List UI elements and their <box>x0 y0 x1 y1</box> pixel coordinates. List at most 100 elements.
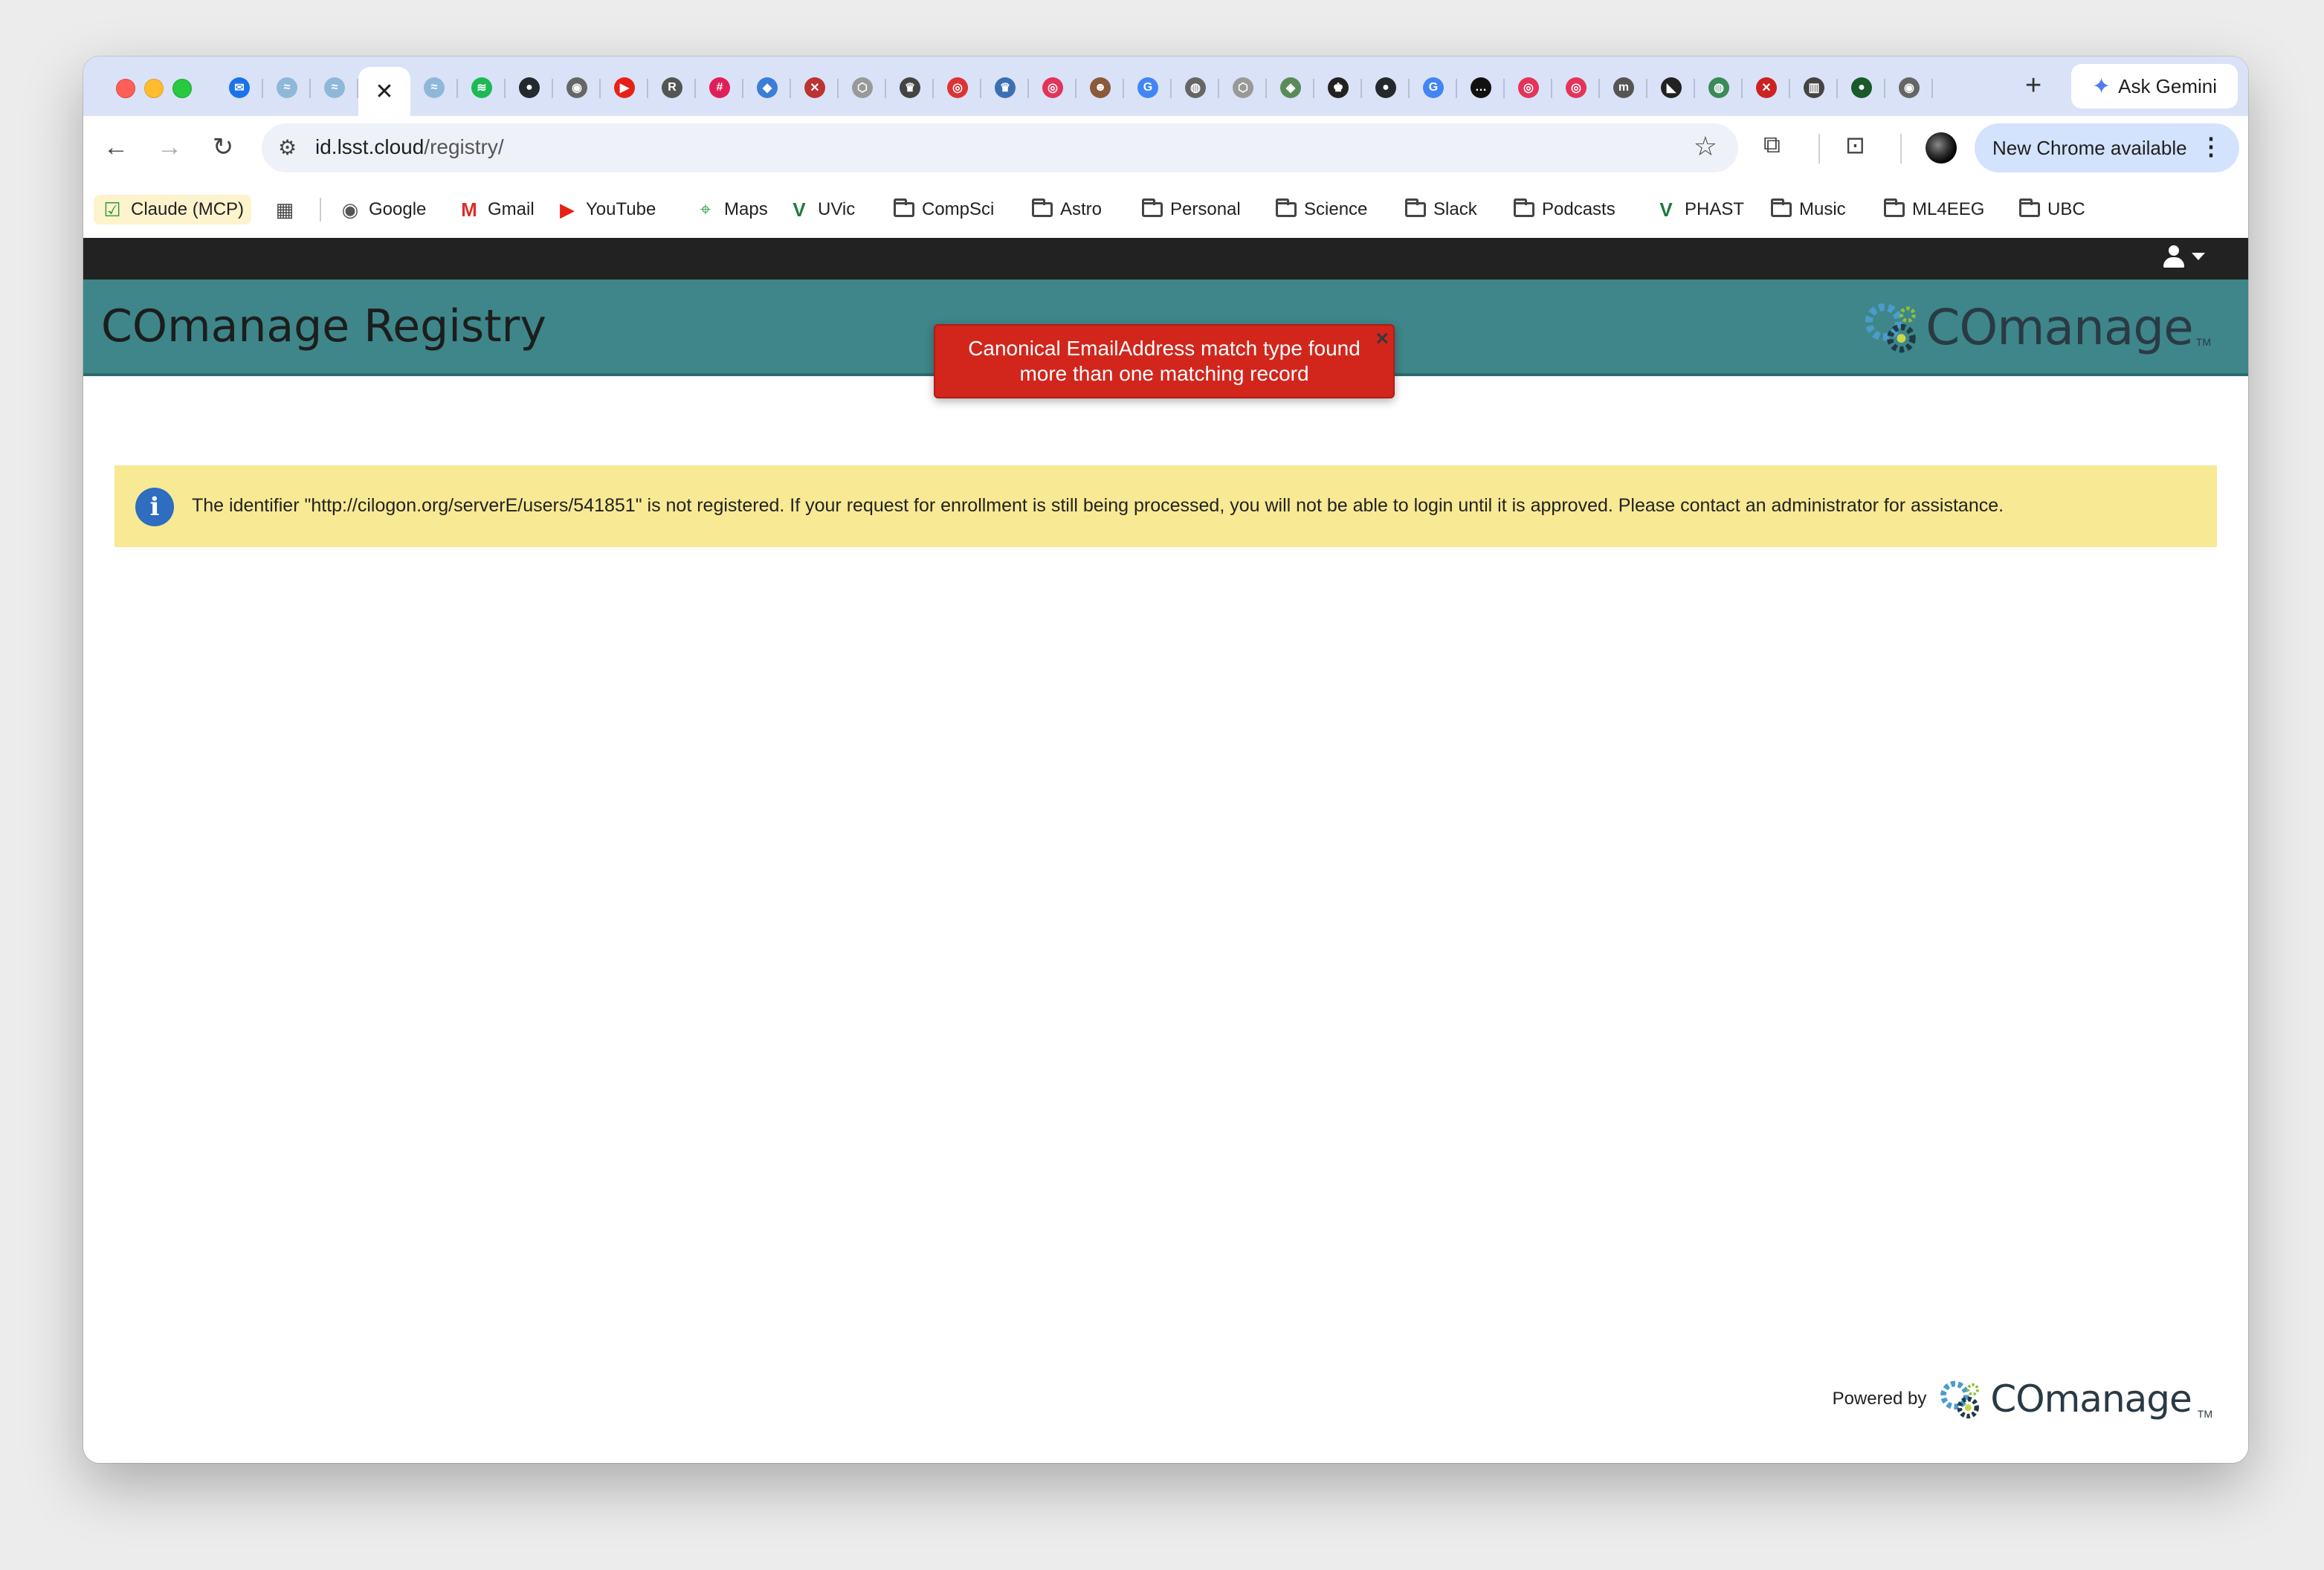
browser-tab[interactable]: … <box>1457 67 1505 109</box>
gemini-sparkle-icon: ✦ <box>2091 74 2111 99</box>
browser-toolbar: ← → ↻ ⚙ id.lsst.cloud/registry/ ☆ ⧉ ⊡ Ne… <box>83 116 2248 181</box>
window-minimize-button[interactable] <box>144 79 164 98</box>
window-zoom-button[interactable] <box>172 79 192 98</box>
bookmark-item[interactable]: Music <box>1771 195 1846 224</box>
footer-brand-name: COmanage <box>1990 1377 2192 1421</box>
extensions-icon[interactable]: ⧉ <box>1763 131 1781 159</box>
bookmark-item[interactable]: UBC <box>2019 195 2085 224</box>
gmail-icon: M <box>461 198 477 221</box>
bookmark-item[interactable]: V PHAST <box>1655 195 1744 224</box>
browser-tab[interactable]: ≈ <box>410 67 458 109</box>
bookmark-item[interactable]: ▶ YouTube <box>556 195 656 224</box>
forward-button[interactable]: → <box>152 129 187 165</box>
bookmark-star-icon[interactable]: ☆ <box>1694 131 1717 162</box>
browser-tab[interactable]: R <box>648 67 696 109</box>
cube-icon: ◆ <box>757 77 778 98</box>
flash-close-icon[interactable]: × <box>1375 326 1389 352</box>
crown-icon: ♛ <box>900 77 920 98</box>
bookmark-item[interactable]: Science <box>1276 195 1367 224</box>
browser-tab[interactable]: ◈ <box>1267 67 1314 109</box>
browser-tab[interactable]: ▶ <box>601 67 648 109</box>
tab-search-icon[interactable]: ⊡ <box>1845 131 1865 159</box>
browser-tab[interactable]: G <box>1410 67 1457 109</box>
browser-tab[interactable]: ≈ <box>311 67 358 109</box>
browser-tab[interactable]: ✉ <box>216 67 263 109</box>
more-menu-icon[interactable]: ⋮ <box>2199 132 2223 161</box>
browser-tab[interactable]: ♛ <box>886 67 934 109</box>
target-icon: ◎ <box>1518 77 1539 98</box>
bookmark-item[interactable]: M Gmail <box>458 195 535 224</box>
check-icon: ☑ <box>103 198 121 221</box>
url-text[interactable]: id.lsst.cloud/registry/ <box>315 135 504 159</box>
browser-tab[interactable]: ● <box>506 67 553 109</box>
browser-tab[interactable]: ≈ <box>263 67 311 109</box>
browser-tab[interactable]: ◎ <box>1552 67 1600 109</box>
site-settings-icon[interactable]: ⚙ <box>278 135 297 160</box>
back-button[interactable]: ← <box>98 129 134 165</box>
error-flash-message: Canonical EmailAddress match type found … <box>934 324 1395 398</box>
address-bar[interactable]: ⚙ id.lsst.cloud/registry/ ☆ <box>262 123 1738 172</box>
bookmark-item[interactable]: Slack <box>1405 195 1477 224</box>
browser-tab[interactable]: ◎ <box>1029 67 1077 109</box>
cloud-icon: ≈ <box>324 77 345 98</box>
profile-avatar[interactable] <box>1926 132 1957 164</box>
browser-tab[interactable]: ▥ <box>1790 67 1838 109</box>
chrome-icon: ◉ <box>341 198 359 221</box>
user-menu-button[interactable] <box>2163 245 2205 268</box>
browser-tab[interactable]: ♛ <box>981 67 1029 109</box>
browser-tab[interactable]: ♚ <box>1314 67 1362 109</box>
brand-name: COmanage <box>1926 298 2194 356</box>
v-icon: V <box>1659 198 1673 221</box>
ask-gemini-button[interactable]: ✦ Ask Gemini <box>2071 64 2238 109</box>
bookmark-item[interactable]: Astro <box>1032 195 1102 224</box>
browser-tab[interactable]: ◍ <box>1695 67 1743 109</box>
browser-tab[interactable]: ⬡ <box>1219 67 1267 109</box>
bookmark-item[interactable]: Podcasts <box>1514 195 1615 224</box>
browser-tab[interactable]: m <box>1600 67 1647 109</box>
bookmark-item[interactable]: ◉ Google <box>339 195 427 224</box>
browser-tab[interactable]: ◣ <box>1647 67 1695 109</box>
browser-tab[interactable]: ✕ <box>1743 67 1790 109</box>
globe-icon: ◍ <box>1708 77 1729 98</box>
bookmark-item[interactable]: ⌖ Maps <box>694 195 768 224</box>
top-menu-bar <box>83 238 2248 280</box>
bookmark-label: Claude (MCP) <box>131 199 245 219</box>
browser-tab[interactable]: ◎ <box>934 67 981 109</box>
globe-icon: ◍ <box>1185 77 1206 98</box>
folder-icon <box>1771 198 1792 217</box>
bookmark-item[interactable]: ▦ <box>274 195 296 224</box>
gear-logo-icon <box>1865 303 1916 353</box>
bird-icon: ◣ <box>1661 77 1682 98</box>
browser-tab[interactable]: ◍ <box>1172 67 1219 109</box>
bookmark-item[interactable]: V UVic <box>788 195 855 224</box>
browser-tab[interactable]: ◉ <box>1885 67 1933 109</box>
bookmark-item[interactable]: ML4EEG <box>1884 195 1984 224</box>
reload-button[interactable]: ↻ <box>205 129 241 165</box>
browser-tab[interactable]: ☻ <box>1077 67 1124 109</box>
chrome-update-button[interactable]: New Chrome available ⋮ <box>1975 123 2239 172</box>
update-label: New Chrome available <box>1992 136 2187 159</box>
x-icon: ✕ <box>1756 77 1777 98</box>
browser-tab[interactable]: ⬡ <box>839 67 886 109</box>
bookmark-item[interactable]: ☑ Claude (MCP) <box>94 195 252 224</box>
browser-tab[interactable]: ◎ <box>1505 67 1552 109</box>
window-close-button[interactable] <box>116 79 135 98</box>
browser-tab[interactable]: ✕ <box>791 67 839 109</box>
bookmarks-divider <box>320 198 321 222</box>
browser-tab[interactable]: ◉ <box>553 67 601 109</box>
tab-strip: ✉ ≈ ≈ ✕ ≈ ≋ ● ◉ ▶ R # ◆ ✕ ⬡ ♛ ◎ ♛ ◎ ☻ G ◍ ⬡ ◈ ♚ ● G … ◎ ◎ m ◣ ◍ ✕ ▥ ● ◉ + ✦… <box>83 56 2248 117</box>
browser-tab[interactable]: G <box>1124 67 1172 109</box>
ask-gemini-label: Ask Gemini <box>2118 74 2218 97</box>
browser-tab[interactable]: # <box>696 67 743 109</box>
bookmark-label: Maps <box>724 199 768 219</box>
browser-tab[interactable]: ● <box>1362 67 1410 109</box>
bookmark-item[interactable]: Personal <box>1142 195 1241 224</box>
close-icon[interactable]: ✕ <box>375 81 393 103</box>
browser-tab[interactable]: ≋ <box>458 67 506 109</box>
browser-tab[interactable]: ◆ <box>743 67 791 109</box>
bookmark-item[interactable]: CompSci <box>894 195 994 224</box>
cloud-icon: ≈ <box>424 77 445 98</box>
new-tab-button[interactable]: + <box>2025 70 2041 102</box>
browser-tab[interactable]: ✕ <box>358 67 410 117</box>
browser-tab[interactable]: ● <box>1838 67 1885 109</box>
